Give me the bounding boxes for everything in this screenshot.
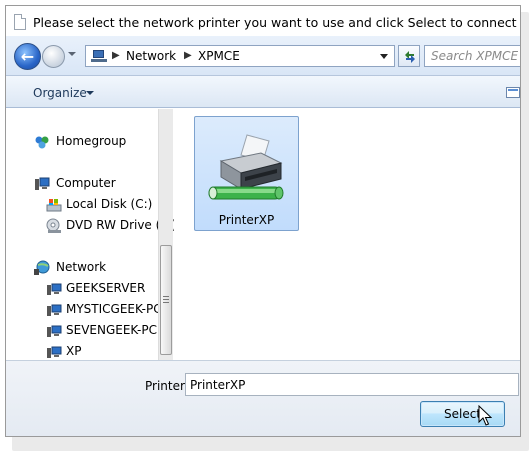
dvd-icon [46, 218, 61, 233]
forward-button[interactable] [42, 45, 65, 68]
navigation-scrollbar[interactable] [158, 109, 173, 360]
navigation-toolbar: ← ▶ Network ▶ XPMCE Search XPMCE [6, 36, 520, 76]
arrow-left-icon: ← [20, 47, 35, 66]
nav-item-label: Network [56, 260, 107, 274]
nav-item-label: MYSTICGEEK-PC [66, 302, 162, 316]
network-icon [34, 260, 50, 275]
network-computer-icon [47, 304, 62, 316]
document-icon [14, 14, 26, 30]
address-dropdown-icon[interactable] [380, 54, 388, 59]
nav-item-label: Computer [56, 176, 116, 190]
recent-pages-dropdown[interactable] [68, 52, 76, 56]
refresh-icon [405, 51, 415, 63]
change-view-icon[interactable] [506, 87, 520, 98]
organize-menu[interactable]: Organize [33, 86, 87, 100]
nav-item-label: XP [66, 344, 82, 358]
homegroup-icon [35, 136, 49, 149]
drive-icon [46, 199, 62, 212]
select-printer-dialog: Please select the network printer you wa… [5, 5, 521, 437]
printer-item-label: PrinterXP [218, 213, 275, 227]
printer-item-printerxp[interactable]: PrinterXP [194, 116, 299, 231]
breadcrumb-network[interactable]: Network [126, 49, 176, 63]
network-computer-icon [47, 325, 62, 337]
computer-icon [35, 177, 50, 190]
title-bar: Please select the network printer you wa… [6, 6, 520, 36]
refresh-button[interactable] [398, 45, 420, 67]
nav-item-label: Homegroup [56, 134, 127, 148]
dialog-title: Please select the network printer you wa… [33, 15, 521, 30]
footer-panel: Printer PrinterXP Select [6, 360, 520, 436]
grip-icon [163, 296, 169, 303]
chevron-down-icon[interactable] [86, 91, 94, 95]
scrollbar-thumb[interactable] [160, 245, 172, 355]
command-bar: Organize [6, 76, 520, 108]
search-placeholder: Search XPMCE [431, 49, 519, 63]
printer-name-value: PrinterXP [190, 378, 246, 392]
network-computer-icon [47, 283, 62, 295]
chevron-right-icon[interactable]: ▶ [184, 50, 192, 61]
breadcrumb-xpmce[interactable]: XPMCE [198, 49, 240, 63]
address-bar[interactable]: ▶ Network ▶ XPMCE [85, 45, 395, 67]
nav-item-label: GEEKSERVER [66, 281, 146, 295]
mouse-cursor-icon [478, 405, 492, 426]
nav-item-label: SEVENGEEK-PC [66, 323, 157, 337]
select-button[interactable]: Select [420, 401, 505, 427]
network-printer-icon [208, 134, 284, 200]
network-computer-icon [47, 346, 62, 358]
network-icon [91, 49, 107, 63]
navigation-pane: Homegroup Computer Local Disk (C:) DVD R… [6, 109, 177, 360]
search-input[interactable]: Search XPMCE [424, 45, 520, 67]
chevron-right-icon[interactable]: ▶ [112, 50, 120, 61]
content-pane: PrinterXP [174, 109, 520, 360]
printer-field-label: Printer [145, 379, 185, 393]
nav-item-label: Local Disk (C:) [66, 197, 153, 211]
back-button[interactable]: ← [14, 43, 41, 70]
printer-name-input[interactable]: PrinterXP [185, 373, 519, 396]
